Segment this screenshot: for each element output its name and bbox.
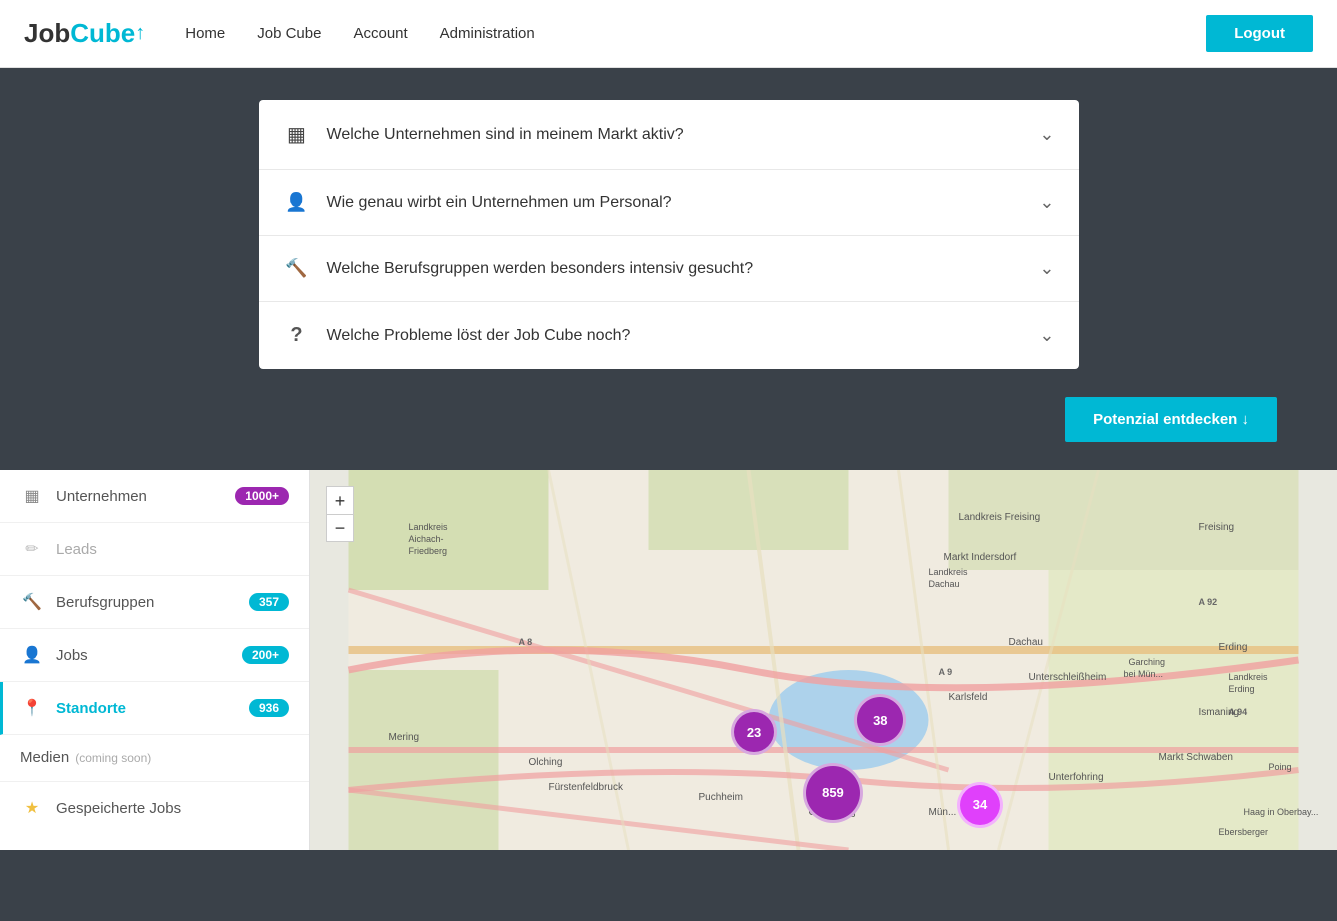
- logo: JobCube↑: [24, 18, 145, 49]
- svg-text:Erding: Erding: [1229, 684, 1255, 694]
- svg-text:Dachau: Dachau: [1009, 637, 1043, 648]
- accordion-icon-1: ▦: [283, 122, 311, 147]
- badge-unternehmen: 1000+: [235, 487, 289, 505]
- svg-text:Landkreis Freising: Landkreis Freising: [959, 512, 1041, 523]
- medien-label: Medien: [20, 749, 69, 766]
- sidebar-label-leads: Leads: [56, 541, 289, 558]
- edit-icon: ✏: [20, 539, 44, 559]
- svg-text:A 92: A 92: [1199, 597, 1218, 607]
- svg-text:Friedberg: Friedberg: [409, 546, 448, 556]
- accordion: ▦ Welche Unternehmen sind in meinem Mark…: [259, 100, 1079, 369]
- badge-standorte: 936: [249, 699, 289, 717]
- sidebar-item-jobs[interactable]: 👤 Jobs 200+: [0, 629, 309, 682]
- accordion-title-4: Welche Probleme löst der Job Cube noch?: [327, 327, 631, 345]
- svg-text:Aichach-: Aichach-: [409, 534, 444, 544]
- chevron-icon-4: ⌄: [1039, 325, 1054, 346]
- logo-cursor-icon: ↑: [135, 22, 145, 45]
- svg-text:Ebersberger: Ebersberger: [1219, 827, 1269, 837]
- sidebar-item-medien: Medien (coming soon): [0, 735, 309, 782]
- svg-text:Olching: Olching: [529, 757, 563, 768]
- accordion-icon-3: 🔨: [283, 258, 311, 279]
- hammer-icon: 🔨: [20, 592, 44, 612]
- nav-account[interactable]: Account: [353, 25, 407, 42]
- main-content: ▦ Welche Unternehmen sind in meinem Mark…: [0, 68, 1337, 850]
- svg-text:Poing: Poing: [1269, 762, 1292, 772]
- accordion-item-1: ▦ Welche Unternehmen sind in meinem Mark…: [259, 100, 1079, 170]
- svg-text:Freising: Freising: [1199, 522, 1235, 533]
- accordion-title-1: Welche Unternehmen sind in meinem Markt …: [327, 126, 684, 144]
- map-controls: + −: [326, 486, 354, 542]
- accordion-item-2: 👤 Wie genau wirbt ein Unternehmen um Per…: [259, 170, 1079, 236]
- sidebar-item-saved-jobs[interactable]: ★ Gespeicherte Jobs: [0, 782, 309, 834]
- accordion-icon-2: 👤: [283, 192, 311, 213]
- chevron-icon-2: ⌄: [1039, 192, 1054, 213]
- svg-text:A 8: A 8: [519, 637, 533, 647]
- coming-soon-label: (coming soon): [75, 751, 151, 765]
- accordion-icon-4: ?: [283, 324, 311, 347]
- header: JobCube↑ Home Job Cube Account Administr…: [0, 0, 1337, 68]
- map-zoom-out[interactable]: −: [326, 514, 354, 542]
- sidebar: ▦ Unternehmen 1000+ ✏ Leads 🔨 Berufsgrup…: [0, 470, 310, 850]
- nav-home[interactable]: Home: [185, 25, 225, 42]
- badge-berufsgruppen: 357: [249, 593, 289, 611]
- logo-cube-text: Cube: [70, 18, 135, 49]
- sidebar-item-unternehmen[interactable]: ▦ Unternehmen 1000+: [0, 470, 309, 523]
- sidebar-item-standorte[interactable]: 📍 Standorte 936: [0, 682, 309, 735]
- svg-text:Unterfohring: Unterfohring: [1049, 772, 1104, 783]
- main-nav: Home Job Cube Account Administration: [185, 25, 1206, 42]
- star-icon: ★: [20, 798, 44, 818]
- accordion-item-3: 🔨 Welche Berufsgruppen werden besonders …: [259, 236, 1079, 302]
- chevron-icon-1: ⌄: [1039, 124, 1054, 145]
- chevron-icon-3: ⌄: [1039, 258, 1054, 279]
- map-cluster-859[interactable]: 859: [803, 763, 863, 823]
- accordion-header-1[interactable]: ▦ Welche Unternehmen sind in meinem Mark…: [259, 100, 1079, 169]
- sidebar-label-jobs: Jobs: [56, 647, 242, 664]
- badge-jobs: 200+: [242, 646, 289, 664]
- accordion-header-2[interactable]: 👤 Wie genau wirbt ein Unternehmen um Per…: [259, 170, 1079, 235]
- map-cluster-34[interactable]: 34: [957, 782, 1003, 828]
- svg-text:bei Mün...: bei Mün...: [1124, 669, 1164, 679]
- svg-text:Erding: Erding: [1219, 642, 1248, 653]
- accordion-header-4[interactable]: ? Welche Probleme löst der Job Cube noch…: [259, 302, 1079, 369]
- svg-text:Mün...: Mün...: [929, 807, 957, 818]
- potenzial-button[interactable]: Potenzial entdecken ↓: [1065, 397, 1277, 442]
- sidebar-label-berufsgruppen: Berufsgruppen: [56, 594, 249, 611]
- svg-text:Markt Indersdorf: Markt Indersdorf: [944, 552, 1017, 563]
- accordion-item-4: ? Welche Probleme löst der Job Cube noch…: [259, 302, 1079, 369]
- svg-text:Markt Schwaben: Markt Schwaben: [1159, 752, 1233, 763]
- sidebar-label-unternehmen: Unternehmen: [56, 488, 235, 505]
- nav-administration[interactable]: Administration: [440, 25, 535, 42]
- svg-text:Fürstenfeldbruck: Fürstenfeldbruck: [549, 782, 624, 793]
- svg-text:Mering: Mering: [389, 732, 420, 743]
- sidebar-label-standorte: Standorte: [56, 700, 249, 717]
- svg-text:Haag in Oberbay...: Haag in Oberbay...: [1244, 807, 1319, 817]
- svg-text:Landkreis: Landkreis: [1229, 672, 1269, 682]
- svg-text:Landkreis: Landkreis: [409, 522, 449, 532]
- svg-text:Dachau: Dachau: [929, 579, 960, 589]
- nav-job-cube[interactable]: Job Cube: [257, 25, 321, 42]
- sidebar-item-berufsgruppen[interactable]: 🔨 Berufsgruppen 357: [0, 576, 309, 629]
- accordion-header-3[interactable]: 🔨 Welche Berufsgruppen werden besonders …: [259, 236, 1079, 301]
- svg-text:Karlsfeld: Karlsfeld: [949, 692, 988, 703]
- building-icon: ▦: [20, 486, 44, 506]
- sidebar-label-saved-jobs: Gespeicherte Jobs: [56, 800, 289, 817]
- svg-text:Garching: Garching: [1129, 657, 1166, 667]
- person-icon: 👤: [20, 645, 44, 665]
- map-area: + −: [310, 470, 1337, 850]
- svg-text:Unterschleißheim: Unterschleißheim: [1029, 672, 1107, 683]
- potenzial-row: Potenzial entdecken ↓: [0, 369, 1337, 470]
- svg-text:Ismaning: Ismaning: [1199, 707, 1240, 718]
- logout-button[interactable]: Logout: [1206, 15, 1313, 52]
- map-zoom-in[interactable]: +: [326, 486, 354, 514]
- svg-text:A 9: A 9: [939, 667, 953, 677]
- bottom-section: ▦ Unternehmen 1000+ ✏ Leads 🔨 Berufsgrup…: [0, 470, 1337, 850]
- accordion-title-2: Wie genau wirbt ein Unternehmen um Perso…: [327, 194, 672, 212]
- sidebar-item-leads[interactable]: ✏ Leads: [0, 523, 309, 576]
- accordion-title-3: Welche Berufsgruppen werden besonders in…: [327, 260, 754, 278]
- svg-text:Puchheim: Puchheim: [699, 792, 743, 803]
- location-icon: 📍: [20, 698, 44, 718]
- svg-text:Landkreis: Landkreis: [929, 567, 969, 577]
- logo-job-text: Job: [24, 18, 70, 49]
